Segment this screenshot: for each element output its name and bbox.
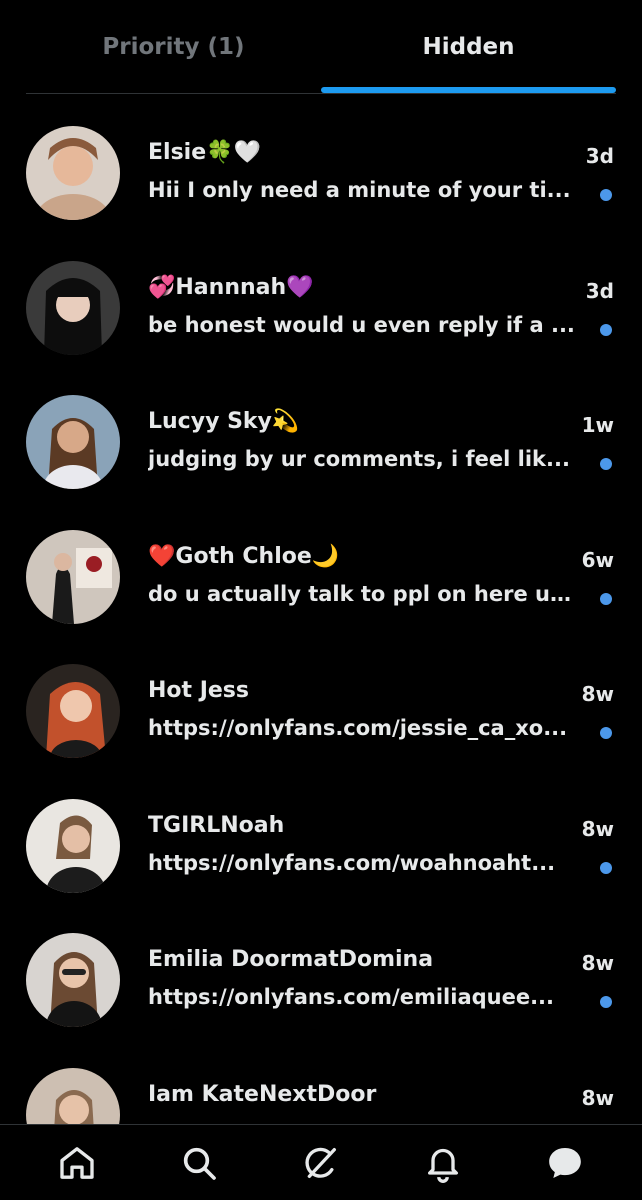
avatar[interactable] <box>26 126 120 220</box>
message-preview: https://onlyfans.com/woahnoaht... <box>148 850 556 875</box>
message-preview: do u actually talk to ppl on here ur... <box>148 581 576 606</box>
avatar[interactable] <box>26 395 120 489</box>
avatar[interactable] <box>26 664 120 758</box>
tab-bar: Priority (1) Hidden <box>26 0 616 94</box>
list-item[interactable]: Lucyy Sky💫 1w judging by ur comments, i … <box>0 363 642 498</box>
tab-priority-label: Priority (1) <box>102 33 245 60</box>
unread-dot <box>600 727 612 739</box>
messages-icon <box>549 1147 581 1178</box>
message-preview: judging by ur comments, i feel lik... <box>148 447 570 471</box>
avatar[interactable] <box>26 798 120 893</box>
nav-grok[interactable] <box>291 1133 351 1193</box>
unread-dot <box>600 189 612 201</box>
list-item[interactable]: Elsie🍀🤍 3d Hii I only need a minute of y… <box>0 94 642 229</box>
sender-name: Hot Jess <box>148 678 249 703</box>
nav-search[interactable] <box>169 1133 229 1193</box>
sender-name: ❤️Goth Chloe🌙 <box>148 543 340 569</box>
list-item[interactable]: Hot Jess 8w https://onlyfans.com/jessie_… <box>0 632 642 767</box>
sender-name: Emilia DoormatDomina <box>148 947 434 972</box>
message-time: 8w <box>581 682 614 706</box>
message-time: 6w <box>581 547 614 572</box>
unread-dot <box>600 861 612 874</box>
list-item[interactable]: Emilia DoormatDomina 8w https://onlyfans… <box>0 901 642 1036</box>
message-request-list: Elsie🍀🤍 3d Hii I only need a minute of y… <box>0 94 642 1170</box>
unread-dot <box>600 592 612 605</box>
message-time: 8w <box>581 816 614 841</box>
sender-name: Iam KateNextDoor <box>148 1081 377 1107</box>
nav-notifications[interactable] <box>413 1133 473 1193</box>
search-icon <box>183 1147 216 1180</box>
list-item[interactable]: 💞Hannnah💜 3d be honest would u even repl… <box>0 229 642 364</box>
sender-name: 💞Hannnah💜 <box>148 274 314 300</box>
list-item[interactable]: ❤️Goth Chloe🌙 6w do u actually talk to p… <box>0 498 642 633</box>
sender-name: Elsie🍀🤍 <box>148 140 261 165</box>
message-preview: be honest would u even reply if a ... <box>148 312 575 337</box>
avatar[interactable] <box>26 260 120 355</box>
message-time: 3d <box>585 144 614 168</box>
grok-icon <box>305 1147 336 1178</box>
message-preview: https://onlyfans.com/jessie_ca_xo... <box>148 716 568 740</box>
list-item[interactable]: TGIRLNoah 8w https://onlyfans.com/woahno… <box>0 767 642 902</box>
tab-priority[interactable]: Priority (1) <box>26 0 321 93</box>
message-time: 8w <box>581 1085 614 1110</box>
active-tab-indicator <box>321 87 616 93</box>
message-preview: https://onlyfans.com/emiliaquee... <box>148 985 555 1009</box>
avatar[interactable] <box>26 529 120 624</box>
unread-dot <box>600 323 612 336</box>
unread-dot <box>600 458 612 470</box>
bottom-navigation <box>0 1124 642 1200</box>
nav-messages[interactable] <box>535 1133 595 1193</box>
tab-hidden[interactable]: Hidden <box>321 0 616 93</box>
sender-name: TGIRLNoah <box>148 812 285 838</box>
message-time: 8w <box>581 951 614 975</box>
message-preview: Hii I only need a minute of your ti... <box>148 178 571 202</box>
avatar[interactable] <box>26 933 120 1027</box>
message-time: 3d <box>585 278 614 303</box>
tab-hidden-label: Hidden <box>422 33 515 60</box>
unread-dot <box>600 996 612 1008</box>
home-icon <box>60 1146 94 1179</box>
nav-home[interactable] <box>47 1133 107 1193</box>
message-time: 1w <box>581 413 614 437</box>
sender-name: Lucyy Sky💫 <box>148 409 300 434</box>
notifications-icon <box>428 1148 458 1183</box>
